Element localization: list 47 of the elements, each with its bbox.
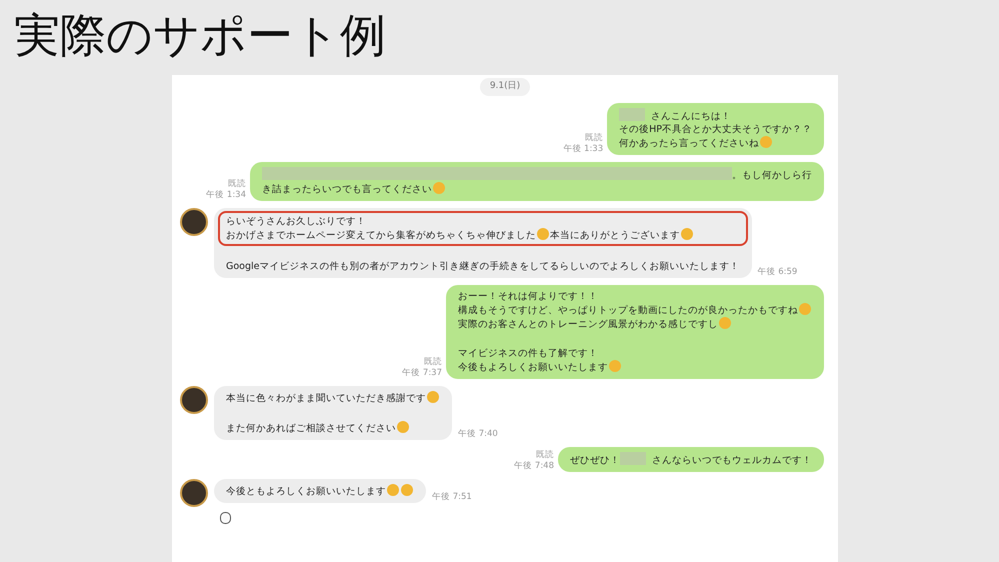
emoji-icon [609,360,621,372]
message-time: 午後 1:33 [563,144,604,154]
slide-title: 実際のサポート例 [14,7,387,64]
message-time: 午後 7:48 [514,460,554,472]
emoji-icon [387,484,399,496]
message-time: 午後 7:40 [458,428,498,440]
message-text: 本当にありがとうございます [550,230,680,240]
message-text: さんならいつでもウェルカムです！ [652,454,812,466]
message-text: その後HP不具合とか大丈夫そうですか？？ [619,124,812,134]
message-text: き詰まったらいつでも言ってください [262,184,432,194]
read-receipt: 既読 [424,356,442,368]
read-receipt: 既読 [585,132,604,144]
sticker-icon [220,512,231,524]
date-label: 9.1(日) [480,78,530,96]
emoji-icon [681,228,693,240]
emoji-icon [401,484,413,496]
emoji-icon [427,390,439,402]
emoji-icon [719,316,731,328]
emoji-icon [433,182,445,194]
avatar-icon [180,478,208,506]
message-text: また何かあればご相談させてください [226,422,396,434]
emoji-icon [799,302,811,314]
message-time: 午後 7:37 [402,368,442,378]
message-text: Googleマイビジネスの件も別の者がアカウント引き継ぎの手続きをしてるらしいのでよろしくお願いいたします！ [226,260,740,272]
message-text: 。もし何かしら行 [732,170,812,180]
message-text: おーー！それは何よりです！！ [458,290,598,302]
read-receipt: 既読 [536,450,554,460]
message-text: マイビジネスの件も了解です！ [458,348,598,358]
message-text: 今後もよろしくお願いいたします [458,362,608,372]
message-text: 実際のお客さんとのトレーニング風景がわかる感じですし [458,318,718,330]
avatar-icon [180,208,208,236]
message-text: らいぞうさんお久しぶりです！ [226,216,366,226]
emoji-icon [760,136,772,148]
message-text: 今後ともよろしくお願いいたします [226,486,386,496]
message-time: 午後 1:34 [206,190,246,200]
message-time: 午後 6:59 [758,266,798,278]
emoji-icon [537,228,549,240]
message-text: 何かあったら言ってくださいね [619,138,760,148]
message-text: ぜひぜひ！ [570,454,620,466]
message-text: さんこんにちは！ [651,110,732,122]
message-text: おかげさまでホームページ変えてから集客がめちゃくちゃ伸びました [226,230,536,240]
emoji-icon [397,420,409,432]
message-text: 構成もそうですけど、やっぱりトップを動画にしたのが良かったかもですね [458,304,798,316]
read-receipt: 既読 [228,178,246,190]
message-time: 午後 7:51 [432,492,472,502]
avatar-icon [180,386,208,414]
message-text: 本当に色々わがまま聞いていただき感謝です [226,392,426,404]
